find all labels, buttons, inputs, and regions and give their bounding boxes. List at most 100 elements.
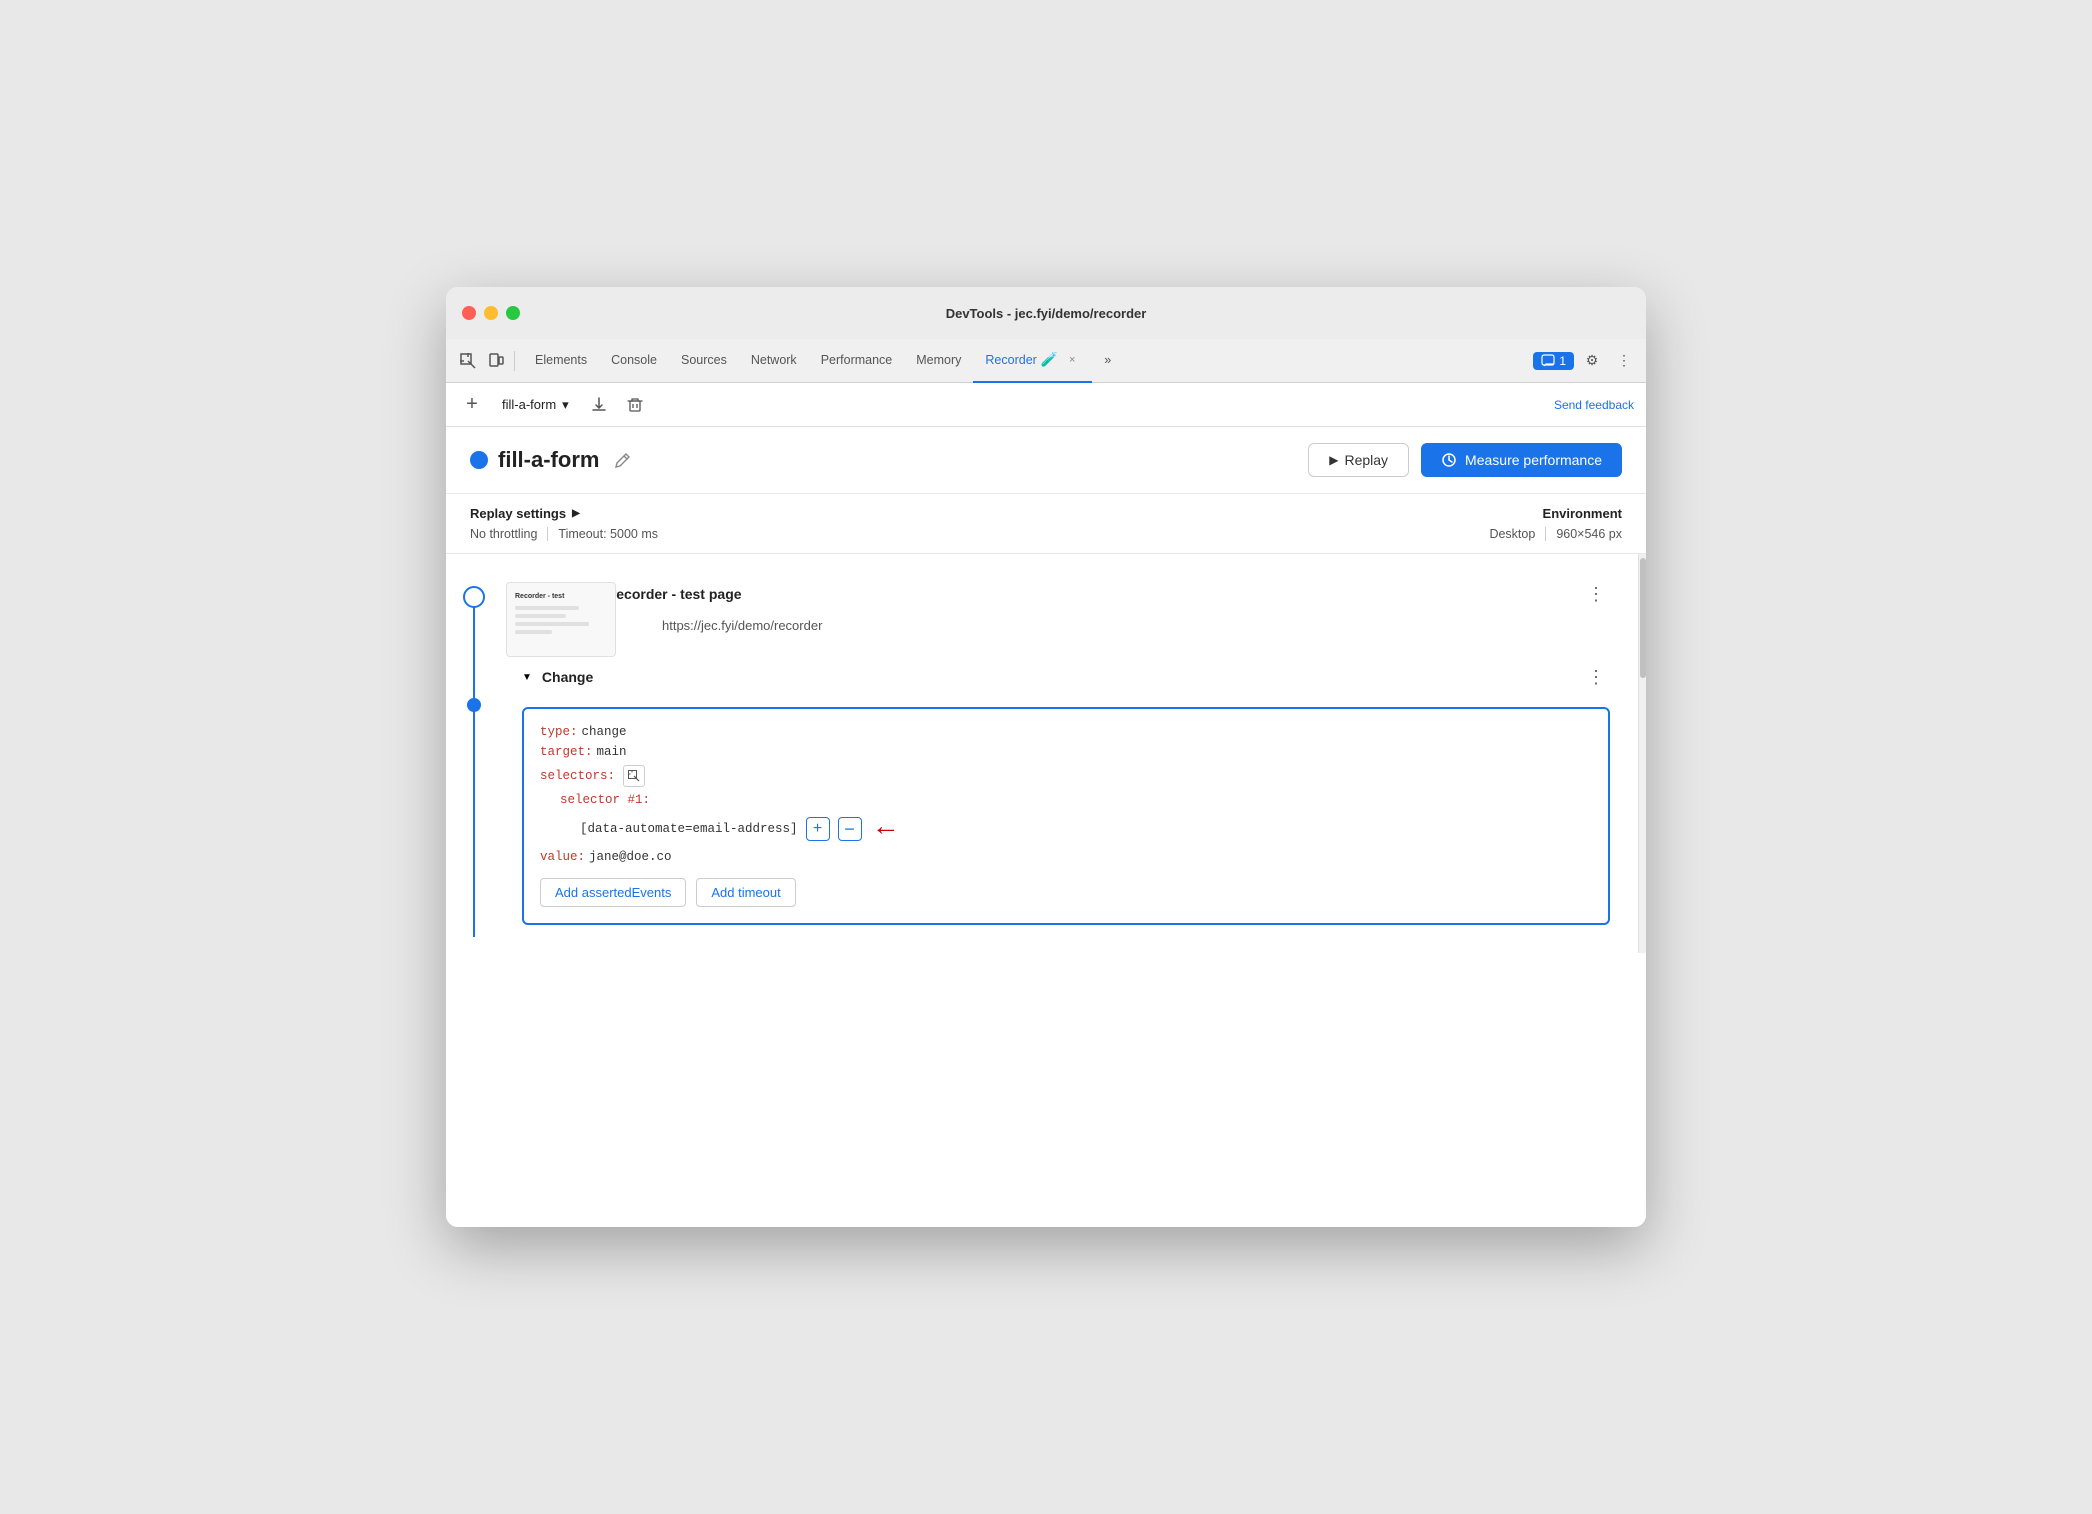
- value-key: value:: [540, 850, 585, 864]
- inspect-element-button[interactable]: [454, 347, 482, 375]
- tab-console[interactable]: Console: [599, 339, 669, 383]
- step-1-url: https://jec.fyi/demo/recorder: [522, 618, 1622, 643]
- replay-settings-title[interactable]: Replay settings ▶: [470, 506, 1489, 521]
- measure-performance-button[interactable]: Measure performance: [1421, 443, 1622, 477]
- new-recording-button[interactable]: +: [458, 391, 486, 419]
- devtools-tabs-end: 1 ⚙ ⋮: [1533, 347, 1638, 375]
- tab-recorder[interactable]: Recorder 🧪 ×: [973, 339, 1092, 383]
- code-line-type: type: change: [540, 725, 1592, 739]
- step-2-more-button[interactable]: ⋮: [1582, 663, 1610, 691]
- recording-title: fill-a-form: [498, 447, 599, 473]
- window-title: DevTools - jec.fyi/demo/recorder: [946, 306, 1147, 321]
- steps-content: ▶ Puppeteer recorder - test page ⋮ https…: [510, 570, 1638, 937]
- step-1-more-button[interactable]: ⋮: [1582, 580, 1610, 608]
- red-arrow-icon: ←: [878, 813, 895, 844]
- tab-more[interactable]: »: [1092, 339, 1123, 383]
- add-timeout-button[interactable]: Add timeout: [696, 878, 795, 907]
- recording-selector[interactable]: fill-a-form ▾: [494, 393, 577, 417]
- replay-settings-bar: Replay settings ▶ No throttling Timeout:…: [446, 494, 1646, 554]
- code-line-value: value: jane@doe.co: [540, 850, 1592, 864]
- value-value: jane@doe.co: [589, 850, 672, 864]
- settings-expand-icon: ▶: [572, 508, 580, 519]
- throttling-label: No throttling: [470, 527, 537, 541]
- timeline-line: [473, 598, 475, 937]
- recording-status-dot: [470, 451, 488, 469]
- devtools-tabs: Elements Console Sources Network Perform…: [523, 339, 1533, 383]
- tab-elements[interactable]: Elements: [523, 339, 599, 383]
- more-options-button[interactable]: ⋮: [1610, 347, 1638, 375]
- replay-label: Replay: [1344, 452, 1388, 468]
- recorder-tab-close[interactable]: ×: [1064, 352, 1080, 368]
- tab-network[interactable]: Network: [739, 339, 809, 383]
- recording-name-label: fill-a-form: [502, 397, 556, 412]
- step-thumbnail: Recorder - test: [506, 582, 616, 657]
- scrollbar[interactable]: [1638, 554, 1646, 953]
- device-toolbar-button[interactable]: [482, 347, 510, 375]
- selector-num-key: selector #1:: [560, 793, 650, 807]
- code-line-target: target: main: [540, 745, 1592, 759]
- scrollbar-thumb[interactable]: [1640, 558, 1646, 678]
- code-line-selector-num: selector #1:: [560, 793, 1592, 807]
- target-picker-button[interactable]: [623, 765, 645, 787]
- devtools-tabbar: Elements Console Sources Network Perform…: [446, 339, 1646, 383]
- resolution-label: 960×546 px: [1556, 527, 1622, 541]
- device-label: Desktop: [1489, 527, 1535, 541]
- steps-row: Recorder - test: [446, 554, 1646, 953]
- devtools-window: DevTools - jec.fyi/demo/recorder Element…: [446, 287, 1646, 1227]
- tab-memory[interactable]: Memory: [904, 339, 973, 383]
- measure-label: Measure performance: [1465, 452, 1602, 468]
- experiment-icon: 🧪: [1041, 351, 1058, 368]
- recording-actions: ▶ Replay Measure performance: [1308, 443, 1622, 477]
- code-block: type: change target: main selectors:: [522, 707, 1610, 925]
- environment-title: Environment: [1489, 506, 1622, 521]
- step-2-title: Change: [542, 669, 593, 685]
- replay-settings-right: Environment Desktop 960×546 px: [1489, 506, 1622, 541]
- send-feedback-link[interactable]: Send feedback: [1554, 398, 1634, 412]
- settings-separator: [547, 527, 548, 541]
- delete-recording-button[interactable]: [621, 391, 649, 419]
- timeline-dot-2: [467, 698, 481, 712]
- traffic-lights: [462, 306, 520, 320]
- replay-button[interactable]: ▶ Replay: [1308, 443, 1409, 477]
- replay-icon: ▶: [1329, 453, 1338, 467]
- tab-performance[interactable]: Performance: [809, 339, 905, 383]
- export-button[interactable]: [585, 391, 613, 419]
- chat-badge[interactable]: 1: [1533, 352, 1574, 370]
- minimize-traffic-light[interactable]: [484, 306, 498, 320]
- close-traffic-light[interactable]: [462, 306, 476, 320]
- timeout-label: Timeout: 5000 ms: [558, 527, 658, 541]
- timeline-dot-1: [463, 586, 485, 608]
- tab-sources[interactable]: Sources: [669, 339, 739, 383]
- replay-settings-left: Replay settings ▶ No throttling Timeout:…: [470, 506, 1489, 541]
- action-buttons: Add assertedEvents Add timeout: [540, 878, 1592, 907]
- settings-button[interactable]: ⚙: [1578, 347, 1606, 375]
- selectors-key: selectors:: [540, 769, 615, 783]
- code-line-selectors: selectors:: [540, 765, 1592, 787]
- step-1-header[interactable]: ▶ Puppeteer recorder - test page ⋮: [510, 570, 1622, 618]
- env-separator: [1545, 527, 1546, 541]
- type-value: change: [582, 725, 627, 739]
- recorder-main: fill-a-form ▶ Replay: [446, 427, 1646, 1227]
- target-value: main: [597, 745, 627, 759]
- title-bar: DevTools - jec.fyi/demo/recorder: [446, 287, 1646, 339]
- selector-value-text: [data-automate=email-address]: [580, 822, 798, 836]
- recorder-toolbar: + fill-a-form ▾ Send feedback: [446, 383, 1646, 427]
- type-key: type:: [540, 725, 578, 739]
- maximize-traffic-light[interactable]: [506, 306, 520, 320]
- step-2-expand[interactable]: ▼: [522, 672, 532, 683]
- target-key: target:: [540, 745, 593, 759]
- add-asserted-events-button[interactable]: Add assertedEvents: [540, 878, 686, 907]
- recording-title-area: fill-a-form: [470, 446, 1308, 474]
- environment-details: Desktop 960×546 px: [1489, 527, 1622, 541]
- remove-selector-button[interactable]: −: [838, 817, 862, 841]
- toolbar-separator: [514, 351, 515, 371]
- step-1: ▶ Puppeteer recorder - test page ⋮ https…: [510, 570, 1622, 643]
- replay-settings-details: No throttling Timeout: 5000 ms: [470, 527, 1489, 541]
- recording-header: fill-a-form ▶ Replay: [446, 427, 1646, 494]
- edit-recording-name-button[interactable]: [609, 446, 637, 474]
- step-2-header[interactable]: ▼ Change ⋮: [510, 655, 1622, 699]
- dropdown-icon: ▾: [562, 397, 569, 413]
- step-2: ▼ Change ⋮ type: change: [510, 655, 1622, 925]
- add-selector-button[interactable]: +: [806, 817, 830, 841]
- code-line-selector-value: [data-automate=email-address] + − ←: [580, 813, 1592, 844]
